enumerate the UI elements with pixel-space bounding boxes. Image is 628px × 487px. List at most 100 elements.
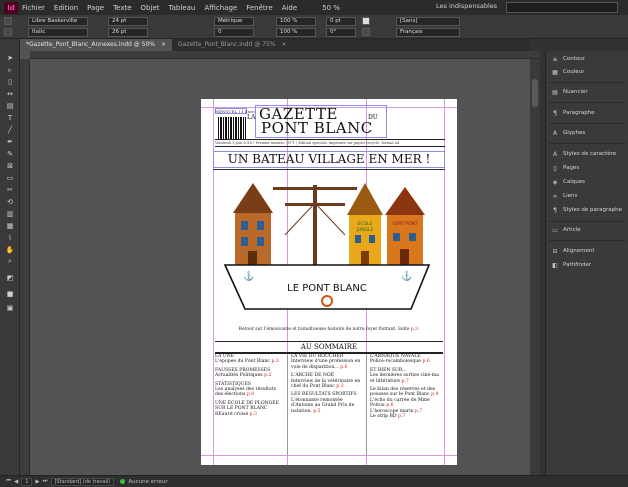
panel-pathfinder[interactable]: ◧ Pathfinder xyxy=(546,260,628,270)
summary-text: L'épopée du Pont Blanc xyxy=(215,359,270,365)
font-style-field[interactable]: Italic xyxy=(28,28,88,37)
summary-item[interactable]: STATISTIQUES Les analyses des résultats d… xyxy=(215,382,285,398)
masthead-pont-blanc: PONT BLANC xyxy=(261,119,373,137)
tab-gazette[interactable]: Gazette_Pont_Blanc.indd @ 75% × xyxy=(172,39,293,51)
last-page-icon[interactable]: ⏭ xyxy=(43,478,48,485)
prev-page-icon[interactable]: ◀ xyxy=(14,479,18,485)
character-mode-icon[interactable] xyxy=(4,17,12,25)
search-input[interactable] xyxy=(506,2,618,13)
eyedropper-tool-icon[interactable]: ⌇ xyxy=(5,233,15,242)
screen-mode-icon[interactable]: ▣ xyxy=(5,303,15,312)
menu-texte[interactable]: Texte xyxy=(113,4,131,12)
menu-fenetre[interactable]: Fenêtre xyxy=(246,4,272,12)
content-collector-icon[interactable]: ▤ xyxy=(5,101,15,110)
summary-item[interactable]: L'écho du carrée de Mme Poitou p.6 xyxy=(370,398,444,409)
menu-tableau[interactable]: Tableau xyxy=(169,4,196,12)
horizontal-scale-field[interactable]: 100 % xyxy=(276,28,316,37)
rectangle-frame-tool-icon[interactable]: ⊠ xyxy=(5,161,15,170)
page-tool-icon[interactable]: ▯ xyxy=(5,77,15,86)
free-transform-tool-icon[interactable]: ⟲ xyxy=(5,197,15,206)
baseline-shift-field[interactable]: 0 pt xyxy=(326,17,356,26)
menu-page[interactable]: Page xyxy=(87,4,104,12)
preflight-profile[interactable]: [Standard] (de travail) xyxy=(50,477,115,486)
tracking-field[interactable]: 0 xyxy=(214,28,254,37)
next-page-icon[interactable]: ▶ xyxy=(35,479,39,485)
summary-item[interactable]: FAUSSES PROMESSES Actualités Politiques p… xyxy=(215,368,285,379)
vertical-ruler[interactable] xyxy=(20,59,30,475)
preflight-status[interactable]: Aucune erreur xyxy=(128,479,167,485)
pencil-tool-icon[interactable]: ✎ xyxy=(5,149,15,158)
panel-alignement[interactable]: ⊟ Alignement xyxy=(546,246,628,256)
gap-tool-icon[interactable]: ↔ xyxy=(5,89,15,98)
page-number-field[interactable]: 1 xyxy=(21,477,33,486)
panel-liens[interactable]: ∞ Liens xyxy=(546,191,628,201)
panel-styles-paragraphe[interactable]: ¶ Styles de paragraphe xyxy=(546,205,628,215)
barcode-image[interactable] xyxy=(218,117,246,139)
menu-objet[interactable]: Objet xyxy=(141,4,160,12)
type-tool-icon[interactable]: T xyxy=(5,113,15,122)
panel-separator xyxy=(549,240,626,241)
menu-aide[interactable]: Aide xyxy=(282,4,297,12)
horizontal-ruler[interactable] xyxy=(30,51,540,59)
paragraph-mode-icon[interactable] xyxy=(4,28,12,36)
stroke-color-icon[interactable] xyxy=(362,28,370,36)
skew-field[interactable]: 0° xyxy=(326,28,356,37)
summary-item[interactable]: Le bilan des réserves et des pousses sur… xyxy=(370,387,444,398)
note-tool-icon[interactable]: ▦ xyxy=(5,221,15,230)
vertical-scale-field[interactable]: 100 % xyxy=(276,17,316,26)
gradient-tool-icon[interactable]: ▥ xyxy=(5,209,15,218)
document-page[interactable]: MENSUEL | 1 Euro LA GAZETTE DU PONT BLAN… xyxy=(201,99,457,465)
kerning-field[interactable]: Métrique xyxy=(214,17,254,26)
boat-village-illustration[interactable]: ECOLE JUNGLE VERT PONT LE PONT BLANC ⚓ ⚓ xyxy=(215,173,443,318)
panel-couleur[interactable]: ▦ Couleur xyxy=(546,67,628,77)
fill-stroke-icon[interactable]: ◩ xyxy=(5,273,15,282)
apply-color-icon[interactable]: ■ xyxy=(5,289,15,298)
panel-calques[interactable]: ◈ Calques xyxy=(546,177,628,187)
tab-label: Gazette_Pont_Blanc.indd @ 75% xyxy=(178,41,276,48)
para-styles-icon: ¶ xyxy=(553,206,557,214)
panel-article[interactable]: ▭ Article xyxy=(546,225,628,235)
panel-nuancier[interactable]: ▤ Nuancier xyxy=(546,87,628,97)
menu-affichage[interactable]: Affichage xyxy=(204,4,237,12)
font-size-field[interactable]: 24 pt xyxy=(108,17,148,26)
character-style-field[interactable]: [Sans] xyxy=(396,17,460,26)
direct-selection-tool-icon[interactable]: ▹ xyxy=(5,65,15,74)
panel-pages[interactable]: ▯ Pages xyxy=(546,163,628,173)
panel-styles-caractere[interactable]: A Styles de caractère xyxy=(546,149,628,159)
language-field[interactable]: Français xyxy=(396,28,460,37)
close-icon[interactable]: × xyxy=(282,41,287,48)
summary-item[interactable]: UNE ÉCOLE DE PLONGÉE SUR LE PONT BLANC RE… xyxy=(215,401,285,417)
summary-item[interactable]: ET BIEN SUR... Les dernières sorties ciné… xyxy=(370,368,444,384)
char-styles-icon: A xyxy=(552,150,558,158)
document-canvas[interactable]: MENSUEL | 1 Euro LA GAZETTE DU PONT BLAN… xyxy=(20,51,540,475)
vertical-scrollbar[interactable] xyxy=(530,59,540,475)
selection-tool-icon[interactable]: ➤ xyxy=(5,53,15,62)
summary-item[interactable]: L'ARNAQUE NAVALE Police-rocambolesque p.6 xyxy=(370,354,444,365)
leading-field[interactable]: 26 pt xyxy=(108,28,148,37)
pen-tool-icon[interactable]: ✒ xyxy=(5,137,15,146)
summary-item[interactable]: LA VIE DU ROUCHER Interview d'une profess… xyxy=(291,354,363,370)
summary-item[interactable]: LA UNE L'épopée du Pont Blanc p.3 xyxy=(215,354,285,365)
rectangle-tool-icon[interactable]: ▭ xyxy=(5,173,15,182)
panel-glyphes[interactable]: A Glyphes xyxy=(546,128,628,138)
panel-contour[interactable]: ≡ Contour xyxy=(546,54,628,64)
workspace-switcher[interactable]: Les indispensables xyxy=(436,2,497,10)
summary-item[interactable]: L'ARCHE DE NOÉ Interview de la vétérinair… xyxy=(291,373,363,389)
summary-item[interactable]: Le strip BD p.7 xyxy=(370,414,444,419)
line-tool-icon[interactable]: ╱ xyxy=(5,125,15,134)
panel-paragraphe[interactable]: ¶ Paragraphe xyxy=(546,108,628,118)
summary-item[interactable]: LES RÉSULTATS SPORTIFS L'étonnante remont… xyxy=(291,392,363,414)
zoom-level[interactable]: 50 % xyxy=(322,4,340,12)
links-icon: ∞ xyxy=(552,192,558,200)
fill-color-icon[interactable] xyxy=(362,17,370,25)
tab-gazette-annexes[interactable]: *Gazette_Pont_Blanc_Annexes.indd @ 50% × xyxy=(20,39,173,51)
scrollbar-thumb[interactable] xyxy=(532,79,538,107)
scissors-tool-icon[interactable]: ✂ xyxy=(5,185,15,194)
first-page-icon[interactable]: ⏮ xyxy=(6,478,11,485)
close-icon[interactable]: × xyxy=(161,41,166,48)
menu-fichier[interactable]: Fichier xyxy=(22,4,45,12)
hand-tool-icon[interactable]: ✋ xyxy=(5,245,15,254)
menu-edition[interactable]: Edition xyxy=(54,4,78,12)
font-family-field[interactable]: Libre Baskerville xyxy=(28,17,88,26)
zoom-tool-icon[interactable]: ⌕ xyxy=(5,257,15,266)
